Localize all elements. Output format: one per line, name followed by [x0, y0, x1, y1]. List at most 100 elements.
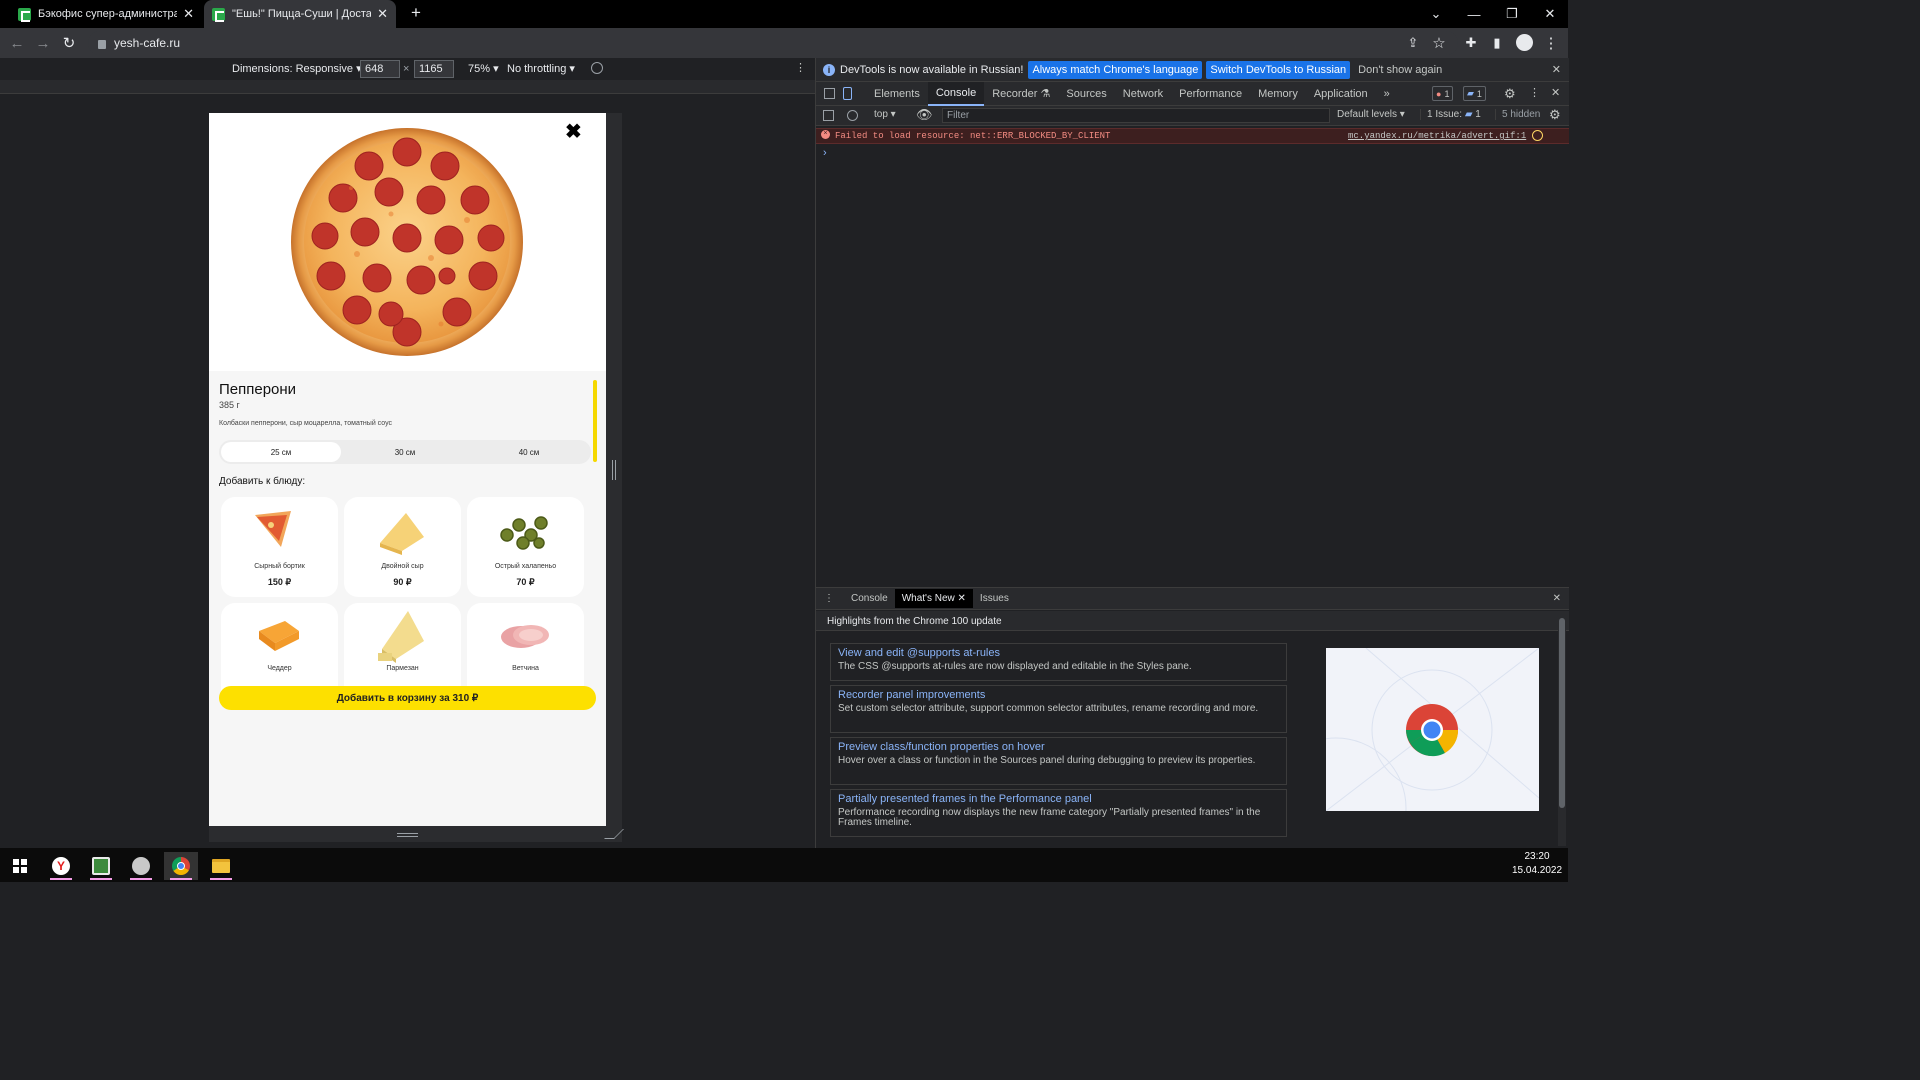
inspect-element-icon[interactable] [824, 88, 835, 99]
console-settings-icon[interactable]: ⚙ [1549, 107, 1561, 123]
restore-icon[interactable]: ❐ [1494, 0, 1530, 28]
browser-tab-backoffice[interactable]: Бэкофис супер-администратора ✕ [10, 0, 202, 28]
log-levels-label: Default levels [1337, 109, 1398, 120]
height-input[interactable]: 1165 [414, 60, 454, 78]
error-icon: ● [1436, 88, 1442, 99]
close-tab-icon[interactable]: ✕ [377, 6, 388, 22]
site-favicon-icon [18, 7, 31, 22]
log-levels-dropdown[interactable]: Default levels ▾ [1337, 109, 1405, 120]
tab-network[interactable]: Network [1115, 82, 1171, 106]
yandex-browser-icon[interactable]: Y [44, 852, 78, 880]
tab-sources[interactable]: Sources [1058, 82, 1114, 106]
console-prompt-icon[interactable]: › [823, 147, 827, 159]
error-counter-badge[interactable]: ● 1 [1432, 86, 1454, 101]
windows-start-icon[interactable] [3, 852, 37, 880]
close-devtools-icon[interactable]: ✕ [1551, 86, 1560, 99]
tab-application[interactable]: Application [1306, 82, 1376, 106]
console-toolbar: top ▾ 👁 Filter Default levels ▾ 1 Issue:… [816, 106, 1569, 126]
zoom-dropdown[interactable]: 75% ▾ [468, 62, 499, 75]
taskbar-clock[interactable]: 23:20 15.04.2022 [1512, 851, 1562, 876]
size-option-40[interactable]: 40 см [469, 442, 589, 462]
device-toggle-icon[interactable] [843, 87, 852, 100]
rotate-icon[interactable] [591, 62, 603, 74]
tab-console[interactable]: Console [927, 81, 985, 106]
whats-new-item[interactable]: Recorder panel improvements Set custom s… [830, 685, 1287, 733]
close-tab-icon[interactable]: ✕ [183, 6, 194, 22]
app-icon[interactable] [84, 852, 118, 880]
double-cheese-image [380, 513, 424, 555]
profile-avatar[interactable] [1516, 34, 1533, 51]
tab-recorder[interactable]: Recorder ⚗ [984, 82, 1058, 106]
add-to-cart-button[interactable]: Добавить в корзину за 310 ₽ [219, 686, 596, 710]
tab-performance[interactable]: Performance [1171, 82, 1250, 106]
whats-new-item[interactable]: Preview class/function properties on hov… [830, 737, 1287, 785]
close-infobar-icon[interactable]: ✕ [1552, 63, 1561, 76]
error-source-link[interactable]: mc.yandex.ru/metrika/advert.gif:1 [1348, 131, 1526, 141]
whats-new-item[interactable]: View and edit @supports at-rules The CSS… [830, 643, 1287, 681]
extensions-icon[interactable]: ✚ [1458, 28, 1484, 58]
share-icon[interactable]: ⇪ [1400, 28, 1426, 58]
settings-gear-icon[interactable]: ⚙ [1504, 86, 1516, 102]
resize-handle-right[interactable] [612, 460, 616, 480]
whats-new-item-title: Preview class/function properties on hov… [838, 741, 1045, 753]
minimize-icon[interactable]: — [1456, 0, 1492, 28]
close-modal-icon[interactable]: ✖ [565, 119, 582, 144]
size-option-30[interactable]: 30 см [345, 442, 465, 462]
media-query-ruler[interactable] [0, 80, 815, 94]
addon-card-double-cheese[interactable]: Двойной сыр 90 ₽ [344, 497, 461, 597]
whats-new-item-desc: The CSS @supports at-rules are now displ… [838, 661, 1192, 672]
file-explorer-icon[interactable] [204, 852, 238, 880]
device-more-icon[interactable]: ⋮ [795, 61, 806, 74]
live-expression-eye-icon[interactable]: 👁 [916, 107, 933, 123]
forward-icon[interactable]: → [30, 28, 56, 58]
message-counter-badge[interactable]: ▰ 1 [1463, 86, 1486, 101]
close-tab-icon[interactable]: ✕ [958, 593, 966, 604]
match-language-button[interactable]: Always match Chrome's language [1028, 60, 1203, 79]
console-filter-input[interactable]: Filter [942, 108, 1330, 123]
menu-kebab-icon[interactable]: ⋮ [1538, 28, 1564, 58]
side-panel-icon[interactable]: ▮ [1484, 28, 1510, 58]
more-tabs-icon[interactable]: » [1376, 82, 1398, 106]
whats-new-item[interactable]: Partially presented frames in the Perfor… [830, 789, 1287, 837]
devtools-menu-icon[interactable]: ⋮ [1529, 86, 1540, 99]
throttling-dropdown[interactable]: No throttling ▾ [507, 62, 575, 75]
sidebar-toggle-icon[interactable] [823, 110, 834, 121]
modal-scrollbar[interactable] [593, 380, 597, 462]
dimensions-dropdown[interactable]: Dimensions: Responsive ▾ [232, 62, 362, 75]
whats-new-item-desc: Hover over a class or function in the So… [838, 755, 1256, 766]
devtools-main-tabs: Elements Console Recorder ⚗ Sources Netw… [816, 81, 1569, 106]
tab-memory[interactable]: Memory [1250, 82, 1306, 106]
resize-handle-bottom[interactable] [397, 833, 418, 837]
context-selector[interactable]: top ▾ [874, 109, 896, 120]
width-input[interactable]: 648 [360, 60, 400, 78]
chrome-taskbar-icon[interactable] [164, 852, 198, 880]
clear-console-icon[interactable] [847, 110, 858, 121]
bookmark-star-icon[interactable]: ☆ [1426, 28, 1452, 58]
drawer-tab-console[interactable]: Console [844, 593, 895, 604]
close-window-icon[interactable]: ✕ [1532, 0, 1568, 28]
chrome-logo-icon [1326, 648, 1539, 811]
drawer-tab-issues[interactable]: Issues [973, 593, 1016, 604]
devtools-drawer: ⋮ Console What's New ✕ Issues ✕ Highligh… [816, 587, 1569, 848]
drawer-menu-icon[interactable]: ⋮ [824, 593, 834, 604]
tab-elements[interactable]: Elements [866, 82, 928, 106]
switch-language-button[interactable]: Switch DevTools to Russian [1206, 60, 1351, 79]
info-icon: i [823, 63, 835, 76]
drawer-tab-whats-new[interactable]: What's New ✕ [894, 589, 973, 608]
ham-image [501, 625, 549, 648]
app-icon[interactable] [124, 852, 158, 880]
new-tab-icon[interactable]: + [405, 3, 427, 25]
issues-counter[interactable]: 1 Issue: ▰ 1 [1420, 109, 1481, 120]
dont-show-again-button[interactable]: Don't show again [1358, 64, 1442, 76]
back-icon[interactable]: ← [4, 28, 30, 58]
address-bar[interactable]: yesh-cafe.ru [88, 31, 1458, 55]
reload-icon[interactable]: ↻ [56, 28, 82, 58]
product-modal: ✖ Пепперони 385 г Колбаски пепперони, сы… [209, 113, 606, 826]
close-drawer-icon[interactable]: ✕ [1553, 593, 1561, 604]
size-option-25[interactable]: 25 см [221, 442, 341, 462]
drawer-scrollbar[interactable] [1558, 616, 1566, 846]
addon-card-jalapeno[interactable]: Острый халапеньо 70 ₽ [467, 497, 584, 597]
tab-search-icon[interactable]: ⌄ [1418, 0, 1454, 28]
browser-tab-yesh[interactable]: "Ешь!" Пицца-Суши | Доставка ✕ [204, 0, 396, 28]
addon-card-cheese-crust[interactable]: Сырный бортик 150 ₽ [221, 497, 338, 597]
